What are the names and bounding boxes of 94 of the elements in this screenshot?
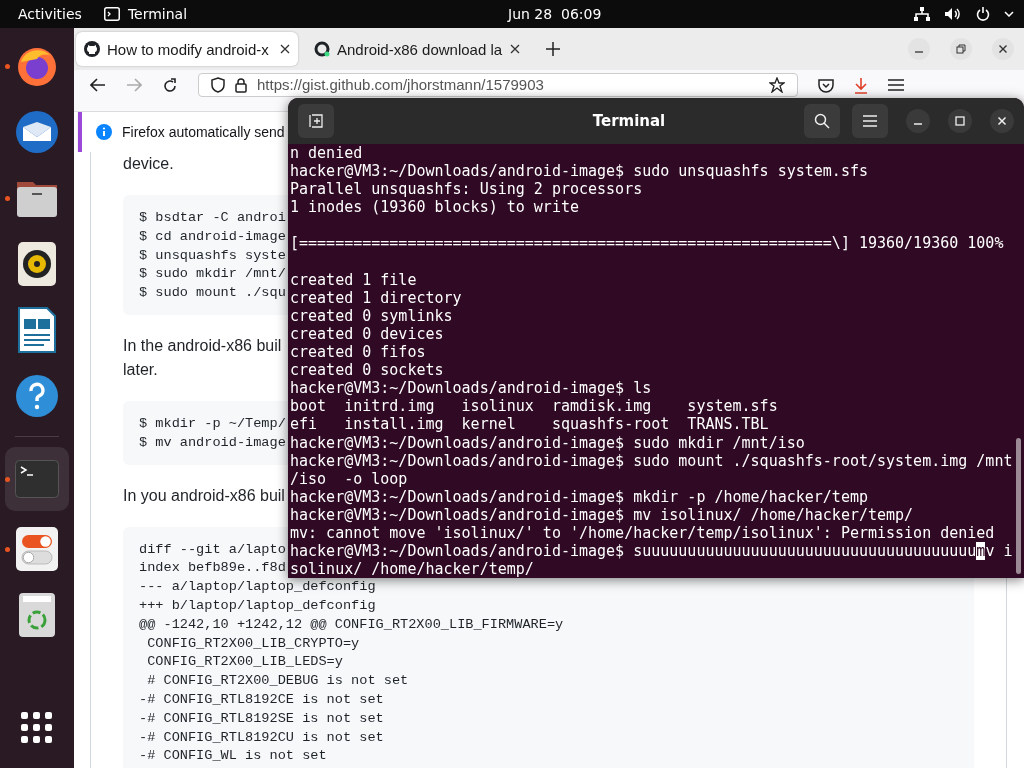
terminal-icon[interactable]	[15, 460, 59, 498]
code-line: --- a/laptop/laptop_defconfig	[139, 578, 376, 597]
ring-logo-icon	[314, 41, 330, 57]
window-title: Terminal	[591, 112, 667, 130]
terminal-line: n denied	[290, 144, 363, 163]
terminal-line: created 0 devices	[290, 324, 444, 344]
help-icon[interactable]	[15, 374, 59, 418]
volume-icon[interactable]	[944, 7, 962, 21]
mail-globe-icon[interactable]	[14, 109, 60, 155]
code-line: $ sudo mount ./squ	[139, 284, 286, 303]
back-arrow-icon[interactable]	[90, 78, 106, 92]
terminal-line: [===========================================================\] 19360/19360 100%	[290, 234, 1004, 253]
browser-tab[interactable]: How to modify android-x	[76, 32, 298, 66]
caret-icon[interactable]	[1004, 11, 1014, 17]
code-line: # CONFIG_RT2X00_DEBUG is not set	[146, 672, 409, 691]
terminal-line: Parallel unsquashfs: Using 2 processors	[290, 180, 643, 199]
notification-text: Firefox automatically send	[122, 124, 285, 140]
search-icon[interactable]	[814, 113, 830, 129]
trash-icon[interactable]	[19, 593, 55, 637]
terminal-line: /iso -o loop	[290, 469, 408, 488]
speaker-icon[interactable]	[18, 242, 56, 286]
terminal-line: hacker@VM3:~/Downloads/android-image$ sudo unsquashfs system.sfs	[290, 162, 868, 181]
restore-icon[interactable]	[950, 38, 972, 60]
terminal-line: created 0 fifos	[290, 343, 426, 362]
url-text: https://gist.github.com/jhorstmann/1579903	[257, 76, 544, 94]
code-line: index befb89e..f8d	[139, 559, 286, 578]
terminal-line: created 0 sockets	[290, 361, 444, 380]
reload-icon[interactable]	[162, 78, 178, 94]
toggle-switches-icon[interactable]	[16, 527, 58, 571]
terminal-line: created 1 file	[290, 270, 417, 289]
lock-icon[interactable]	[235, 77, 247, 93]
network-icon[interactable]	[914, 7, 930, 21]
paragraph-line: In you android-x86 buil	[123, 485, 285, 506]
code-line: $ mv android-image	[139, 433, 286, 452]
power-icon[interactable]	[976, 7, 990, 21]
code-line: $ unsquashfs syste	[139, 246, 286, 265]
code-line: -# CONFIG_WL is not set	[139, 747, 327, 766]
paragraph-line: device.	[123, 154, 174, 174]
terminal-line[interactable]: hacker@VM3:~/Downloads/android-image$ suuuuuuuuuuuuuuuuuuuuuuuuuuuuuuuuuuuuumv i	[290, 542, 1013, 561]
menu-button[interactable]	[852, 104, 888, 138]
terminal-line: efi install.img kernel squashfs-root TRANS.TBL	[290, 415, 769, 434]
pocket-icon[interactable]	[818, 78, 834, 93]
terminal-line: created 1 directory	[290, 288, 462, 307]
scrollbar[interactable]	[1016, 438, 1021, 574]
download-icon[interactable]	[854, 78, 868, 94]
new-tab-button[interactable]	[298, 104, 334, 138]
paragraph-line: later.	[123, 360, 158, 380]
document-icon[interactable]	[18, 307, 56, 353]
terminal-line: hacker@VM3:~/Downloads/android-image$ ls	[290, 379, 652, 398]
code-line: CONFIG_RT2X00_LIB_LEDS=y	[146, 653, 343, 672]
search-button[interactable]	[804, 104, 840, 138]
terminal-line: hacker@VM3:~/Downloads/android-image$ sudo mount ./squashfs-root/system.img /mnt	[290, 451, 1013, 470]
code-line: diff --git a/lapto	[139, 540, 286, 559]
terminal-line: hacker@VM3:~/Downloads/android-image$ mv isolinux/ /home/hacker/temp/	[290, 505, 914, 524]
paragraph-line: In the android-x86 buil	[123, 336, 282, 356]
code-line: $ sudo mkdir /mnt/	[139, 265, 286, 284]
terminal-line: created 0 symlinks	[290, 306, 453, 325]
terminal-line: solinux/ /home/hacker/temp/	[290, 560, 534, 578]
clock[interactable]: Jun 28 06:09	[508, 6, 602, 22]
close-icon[interactable]	[510, 44, 520, 54]
code-line: -# CONFIG_RTL8192SE is not set	[139, 709, 384, 728]
address-bar[interactable]: https://gist.github.com/jhorstmann/1579903	[198, 73, 798, 97]
close-icon[interactable]	[992, 38, 1014, 60]
tab-title: How to modify android-x	[107, 40, 270, 58]
app-grid-icon[interactable]	[21, 712, 53, 744]
minimize-icon[interactable]	[906, 109, 930, 133]
code-line: CONFIG_RT2X00_LIB_CRYPTO=y	[146, 634, 360, 653]
terminal-line: hacker@VM3:~/Downloads/android-image$ sudo mkdir /mnt/iso	[290, 433, 805, 452]
info-icon	[96, 124, 112, 140]
close-icon[interactable]	[280, 44, 290, 54]
close-icon[interactable]	[990, 109, 1014, 133]
cat-logo-icon	[84, 41, 100, 57]
star-icon[interactable]	[769, 77, 785, 93]
terminal-line: mv: cannot move 'isolinux/' to '/home/hacker/temp/isolinux': Permission denied	[290, 523, 995, 543]
code-line: $ mkdir -p ~/Temp/	[139, 415, 286, 433]
code-line: $ bsdtar -C androi	[139, 209, 286, 227]
maximize-icon[interactable]	[948, 109, 972, 133]
terminal-line: 1 inodes (19360 blocks) to write	[290, 198, 579, 217]
code-line: @@ -1242,10 +1242,12 @@ CONFIG_RT2X00_LIB_FIRMWARE=y	[139, 615, 564, 634]
code-line: -# CONFIG_RTL8192CU is not set	[139, 728, 384, 747]
new-tab-icon[interactable]	[546, 42, 560, 56]
code-line: -# CONFIG_RTL8192CE is not set	[139, 690, 384, 709]
menu-icon[interactable]	[888, 78, 904, 92]
tab-title: Android-x86 download la	[337, 40, 503, 58]
app-menu-label[interactable]: Terminal	[127, 6, 188, 22]
activities-button[interactable]: Activities	[18, 6, 82, 22]
minimize-icon[interactable]	[908, 38, 930, 60]
code-line: $ cd android-image	[139, 227, 286, 246]
terminal-line: hacker@VM3:~/Downloads/android-image$ mkdir -p /home/hacker/temp	[290, 487, 868, 506]
terminal-icon	[103, 7, 120, 21]
shield-icon[interactable]	[211, 77, 225, 93]
terminal-line: boot initrd.img isolinux ramdisk.img system.sfs	[290, 397, 778, 416]
browser-tab[interactable]: Android-x86 download la	[306, 32, 528, 66]
code-line: +++ b/laptop/laptop_defconfig	[139, 596, 376, 615]
